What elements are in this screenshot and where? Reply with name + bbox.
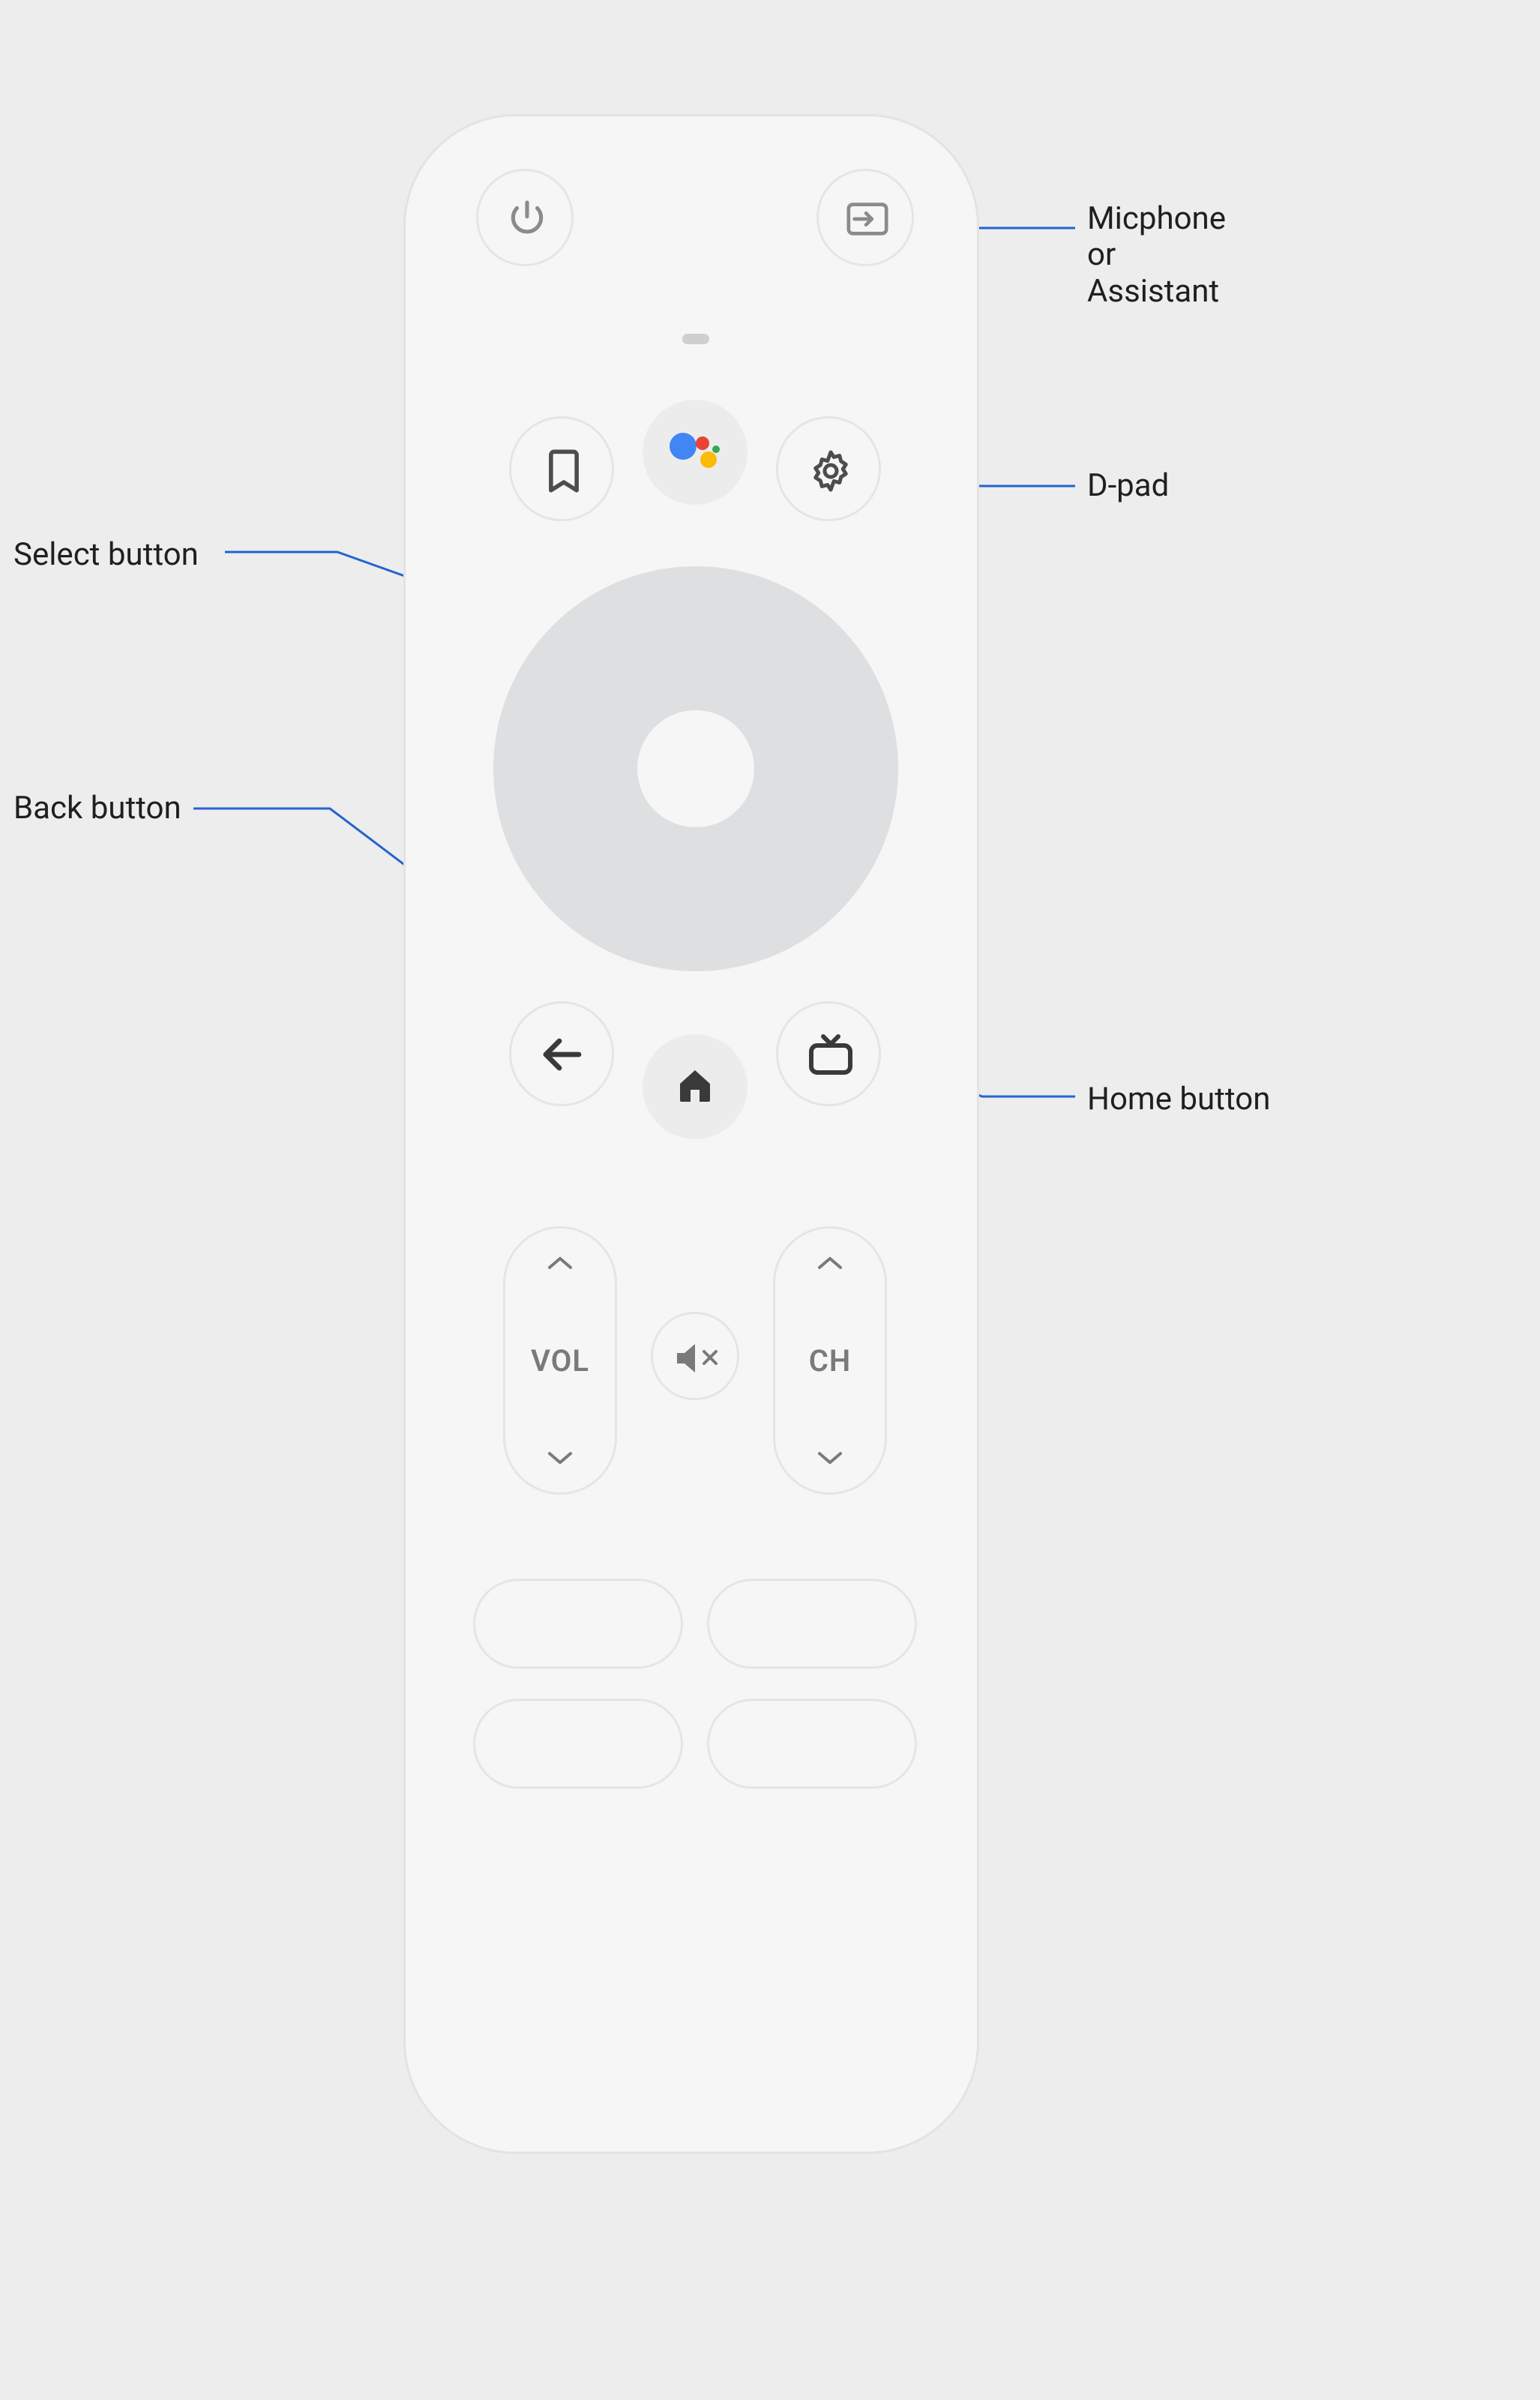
home-button[interactable] bbox=[643, 1034, 748, 1139]
power-icon bbox=[506, 197, 548, 239]
assistant-icon bbox=[667, 428, 724, 476]
gear-icon bbox=[808, 448, 853, 494]
settings-button[interactable] bbox=[776, 416, 881, 521]
volume-label: VOL bbox=[531, 1343, 589, 1378]
back-icon bbox=[540, 1035, 585, 1074]
chevron-down-icon bbox=[815, 1449, 845, 1467]
tv-icon bbox=[807, 1032, 855, 1077]
bookmark-button[interactable] bbox=[509, 416, 614, 521]
status-led bbox=[682, 334, 709, 344]
label-back: Back button bbox=[13, 790, 181, 826]
power-button[interactable] bbox=[476, 169, 574, 266]
chevron-up-icon bbox=[545, 1254, 575, 1272]
app-button-1[interactable] bbox=[473, 1579, 683, 1669]
label-assistant: MicphoneorAssistant bbox=[1087, 201, 1312, 310]
label-dpad: D-pad bbox=[1087, 468, 1169, 504]
assistant-button[interactable] bbox=[643, 400, 748, 505]
guide-button[interactable] bbox=[776, 1001, 881, 1106]
volume-rocker[interactable]: VOL bbox=[503, 1226, 617, 1495]
app-button-2[interactable] bbox=[707, 1579, 917, 1669]
channel-rocker[interactable]: CH bbox=[773, 1226, 887, 1495]
chevron-down-icon bbox=[545, 1449, 575, 1467]
app-button-3[interactable] bbox=[473, 1699, 683, 1789]
mute-icon bbox=[674, 1340, 721, 1377]
channel-label: CH bbox=[809, 1343, 851, 1378]
remote-body: VOL bbox=[403, 114, 979, 2154]
mute-button[interactable] bbox=[651, 1312, 739, 1400]
app-button-4[interactable] bbox=[707, 1699, 917, 1789]
bookmark-icon bbox=[547, 448, 580, 494]
label-home: Home button bbox=[1087, 1082, 1270, 1118]
chevron-up-icon bbox=[815, 1254, 845, 1272]
input-button[interactable] bbox=[816, 169, 914, 266]
select-button[interactable] bbox=[637, 710, 754, 827]
input-icon bbox=[844, 200, 891, 238]
home-icon bbox=[674, 1064, 716, 1106]
label-select: Select button bbox=[13, 537, 199, 573]
back-button[interactable] bbox=[509, 1001, 614, 1106]
